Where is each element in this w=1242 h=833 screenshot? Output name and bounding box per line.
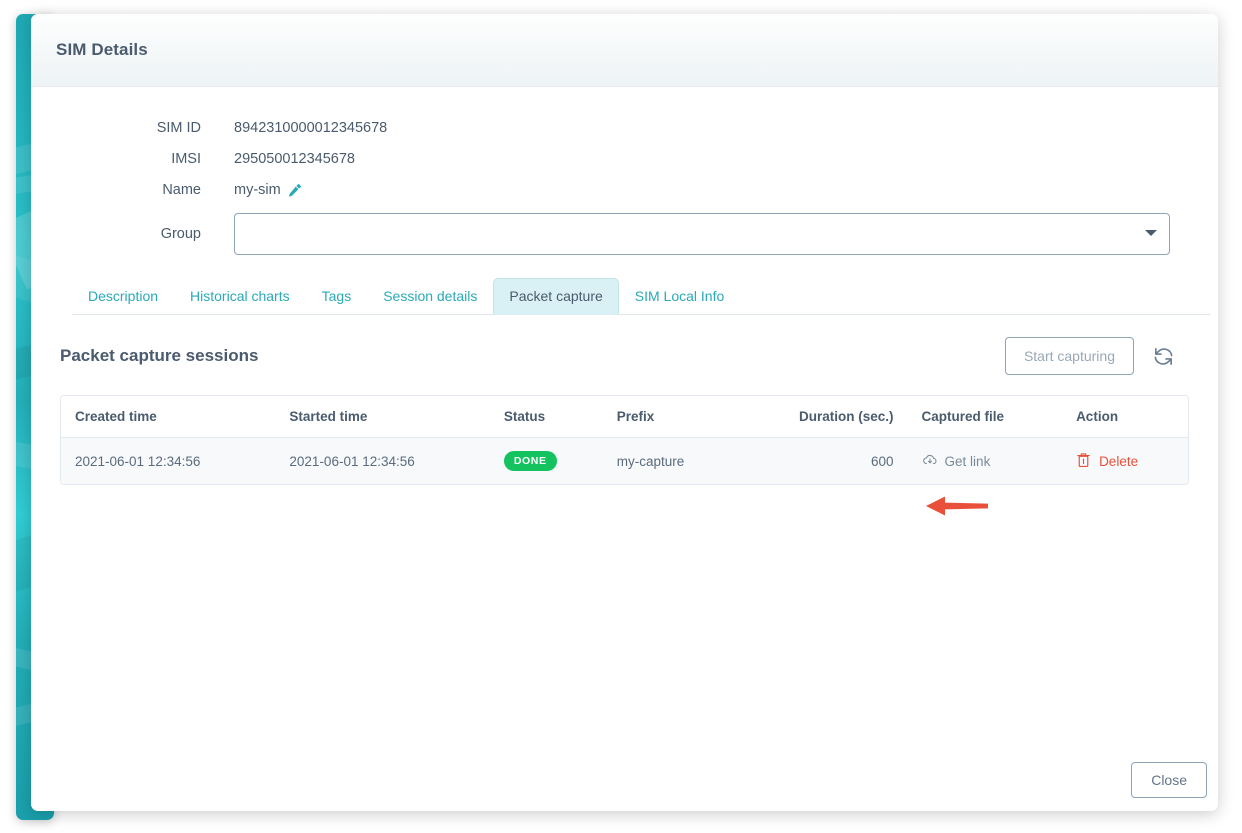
table-header-row: Created time Started time Status Prefix … [61,396,1188,438]
column-captured-file: Captured file [907,396,1063,438]
section-title: Packet capture sessions [60,346,259,365]
tab-bar: Description Historical charts Tags Sessi… [72,277,1210,315]
field-row-name: Name my-sim [31,182,1218,198]
refresh-icon[interactable] [1150,343,1177,370]
cell-duration: 600 [736,437,908,484]
column-duration: Duration (sec.) [736,396,908,438]
pencil-icon[interactable] [287,183,302,198]
get-link-button[interactable]: Get link [922,452,991,471]
sim-detail-form: SIM ID 8942310000012345678 IMSI 29505001… [31,87,1218,255]
section-header: Packet capture sessions Start capturing [60,337,1177,375]
page-title: SIM Details [56,40,148,59]
name-value-wrap: my-sim [234,182,302,198]
column-created-time: Created time [61,396,276,438]
cell-action: Delete [1062,437,1188,484]
modal-footer: Close [31,749,1218,811]
tab-packet-capture[interactable]: Packet capture [493,278,619,315]
tab-session-details[interactable]: Session details [367,278,493,315]
cell-captured-file: Get link [907,437,1063,484]
tab-tags[interactable]: Tags [306,278,368,315]
sim-id-value: 8942310000012345678 [234,120,388,136]
cloud-download-icon [922,452,938,471]
imsi-label: IMSI [171,151,201,167]
cell-started-time: 2021-06-01 12:34:56 [275,437,490,484]
screen: SIM Details SIM ID 8942310000012345678 I… [0,0,1242,833]
status-badge: DONE [503,451,557,471]
name-value: my-sim [234,182,281,198]
tab-historical-charts[interactable]: Historical charts [174,278,306,315]
cell-status: DONE [489,437,603,484]
delete-label: Delete [1099,453,1139,469]
field-row-imsi: IMSI 295050012345678 [31,151,1218,167]
sim-id-label: SIM ID [156,120,201,136]
group-select[interactable] [234,213,1170,255]
name-label: Name [162,182,201,198]
imsi-value: 295050012345678 [234,151,355,167]
sim-details-modal: SIM Details SIM ID 8942310000012345678 I… [31,14,1218,811]
field-row-group: Group [31,213,1218,255]
trash-icon [1076,452,1091,471]
field-row-sim-id: SIM ID 8942310000012345678 [31,120,1218,136]
table-row: 2021-06-01 12:34:56 2021-06-01 12:34:56 … [61,437,1188,484]
modal-body: SIM ID 8942310000012345678 IMSI 29505001… [31,87,1218,811]
column-started-time: Started time [275,396,490,438]
delete-button[interactable]: Delete [1076,452,1138,471]
group-select-wrap [234,213,1170,255]
modal-header: SIM Details [31,14,1218,87]
get-link-label: Get link [944,453,991,469]
cell-prefix: my-capture [602,437,737,484]
column-prefix: Prefix [602,396,737,438]
group-label: Group [160,226,201,242]
column-status: Status [489,396,603,438]
column-action: Action [1062,396,1188,438]
tab-sim-local-info[interactable]: SIM Local Info [619,278,741,315]
cell-created-time: 2021-06-01 12:34:56 [61,437,276,484]
packet-capture-table: Created time Started time Status Prefix … [60,395,1189,485]
tab-description[interactable]: Description [72,278,174,315]
close-button[interactable]: Close [1131,762,1207,798]
section-actions: Start capturing [1004,337,1177,375]
start-capturing-button[interactable]: Start capturing [1004,337,1134,375]
